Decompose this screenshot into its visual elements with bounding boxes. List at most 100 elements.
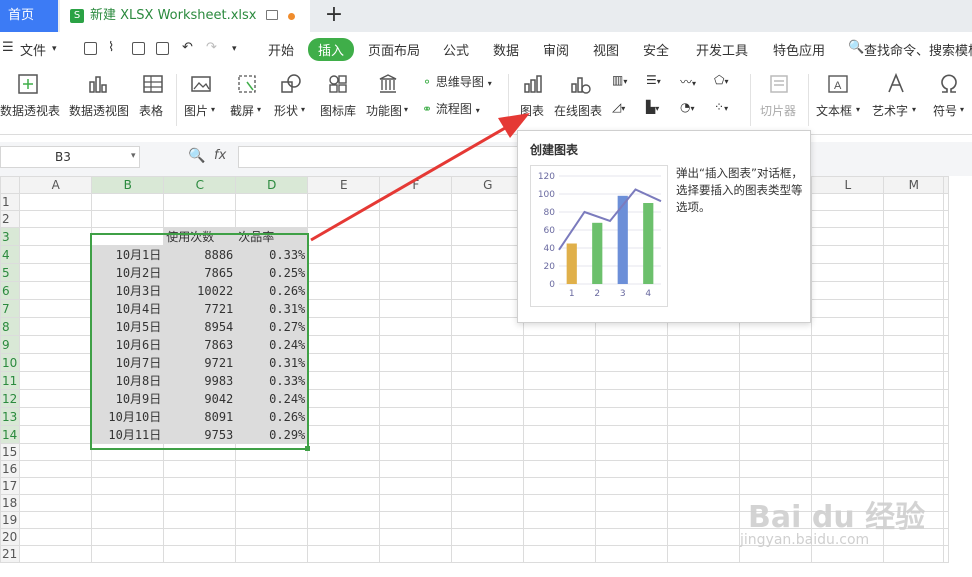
- cell[interactable]: 0.27%: [235, 317, 309, 336]
- cell[interactable]: [595, 443, 669, 461]
- cell[interactable]: [883, 545, 945, 563]
- cell[interactable]: [379, 511, 453, 529]
- menu-view[interactable]: 视图: [593, 40, 619, 59]
- line-chart-button[interactable]: 〰▾: [680, 73, 696, 90]
- menu-insert[interactable]: 插入: [308, 38, 355, 61]
- cell[interactable]: [451, 299, 525, 318]
- cell[interactable]: [307, 528, 381, 546]
- radar-chart-button[interactable]: ⬠▾: [714, 73, 728, 87]
- cell[interactable]: [163, 210, 237, 228]
- chevron-down-icon[interactable]: ▾: [131, 151, 136, 161]
- cell[interactable]: 9721: [163, 353, 237, 372]
- cell[interactable]: [739, 407, 813, 426]
- cell[interactable]: [235, 443, 309, 461]
- cell[interactable]: 8886: [163, 245, 237, 264]
- screenshot-button[interactable]: 截屏 ▾: [230, 66, 266, 132]
- cell[interactable]: 10月2日: [91, 263, 165, 282]
- cell[interactable]: [883, 335, 945, 354]
- cell[interactable]: [379, 245, 453, 264]
- cell[interactable]: [811, 460, 885, 478]
- cell[interactable]: [307, 317, 381, 336]
- cell[interactable]: [943, 210, 950, 228]
- cell[interactable]: 0.29%: [235, 425, 309, 444]
- cell[interactable]: [883, 299, 945, 318]
- cell[interactable]: [667, 371, 741, 390]
- row-header[interactable]: 19: [0, 511, 21, 529]
- cell[interactable]: [163, 443, 237, 461]
- cell[interactable]: [595, 335, 669, 354]
- redo-icon[interactable]: ↷: [206, 40, 217, 55]
- cell[interactable]: [595, 511, 669, 529]
- cell[interactable]: [595, 353, 669, 372]
- cell[interactable]: [451, 245, 525, 264]
- cell[interactable]: [379, 353, 453, 372]
- column-header-A[interactable]: A: [19, 176, 93, 194]
- column-header-L[interactable]: L: [811, 176, 885, 194]
- cell[interactable]: [943, 299, 950, 318]
- cell[interactable]: [379, 494, 453, 512]
- cell[interactable]: [163, 193, 237, 211]
- cell[interactable]: [943, 494, 950, 512]
- cell[interactable]: [379, 545, 453, 563]
- cell[interactable]: [811, 263, 885, 282]
- cell[interactable]: [667, 443, 741, 461]
- cell[interactable]: [235, 460, 309, 478]
- cell[interactable]: [523, 353, 597, 372]
- cell[interactable]: [163, 528, 237, 546]
- cell[interactable]: [451, 528, 525, 546]
- new-tab-button[interactable]: +: [322, 4, 346, 28]
- cell[interactable]: [307, 477, 381, 495]
- cell[interactable]: 7863: [163, 335, 237, 354]
- cell[interactable]: [943, 227, 950, 246]
- cell[interactable]: [163, 545, 237, 563]
- cell[interactable]: [91, 443, 165, 461]
- cell[interactable]: [595, 477, 669, 495]
- cell[interactable]: 0.26%: [235, 407, 309, 426]
- cell[interactable]: [739, 371, 813, 390]
- cell[interactable]: [91, 210, 165, 228]
- menu-file[interactable]: 文件: [20, 40, 46, 59]
- menu-home[interactable]: 开始: [268, 40, 294, 59]
- cell[interactable]: [307, 193, 381, 211]
- cell[interactable]: [739, 443, 813, 461]
- cell[interactable]: [667, 528, 741, 546]
- cell[interactable]: [307, 494, 381, 512]
- row-header[interactable]: 17: [0, 477, 21, 495]
- cell[interactable]: [379, 210, 453, 228]
- row-header[interactable]: 13: [0, 407, 21, 426]
- cell[interactable]: 7721: [163, 299, 237, 318]
- bar-chart-button[interactable]: ☰▾: [646, 73, 661, 87]
- cell[interactable]: [19, 317, 93, 336]
- cell[interactable]: [163, 477, 237, 495]
- cell[interactable]: [451, 443, 525, 461]
- cell[interactable]: [739, 353, 813, 372]
- cell[interactable]: [307, 407, 381, 426]
- cell[interactable]: [811, 443, 885, 461]
- row-header[interactable]: 7: [0, 299, 21, 318]
- cell[interactable]: 9983: [163, 371, 237, 390]
- cell[interactable]: [523, 477, 597, 495]
- row-header[interactable]: 10: [0, 353, 21, 372]
- wordart-button[interactable]: 艺术字 ▾: [872, 66, 924, 132]
- customize-dropdown-icon[interactable]: ▾: [232, 44, 237, 54]
- cell[interactable]: [811, 389, 885, 408]
- cell[interactable]: [163, 494, 237, 512]
- cell[interactable]: [379, 528, 453, 546]
- row-header[interactable]: 5: [0, 263, 21, 282]
- icon-library-button[interactable]: 图标库: [318, 66, 358, 132]
- row-header[interactable]: 12: [0, 389, 21, 408]
- cell[interactable]: [307, 371, 381, 390]
- cell[interactable]: [523, 443, 597, 461]
- cell[interactable]: [811, 407, 885, 426]
- cell[interactable]: [451, 193, 525, 211]
- menu-formula[interactable]: 公式: [443, 40, 469, 59]
- cell[interactable]: [943, 335, 950, 354]
- row-header[interactable]: 16: [0, 460, 21, 478]
- chart-button[interactable]: 图表: [516, 66, 550, 132]
- cell[interactable]: [19, 545, 93, 563]
- cell[interactable]: [667, 511, 741, 529]
- cell[interactable]: [307, 299, 381, 318]
- cell[interactable]: [379, 335, 453, 354]
- cell[interactable]: [943, 193, 950, 211]
- area-chart-button[interactable]: ◿▾: [612, 100, 625, 114]
